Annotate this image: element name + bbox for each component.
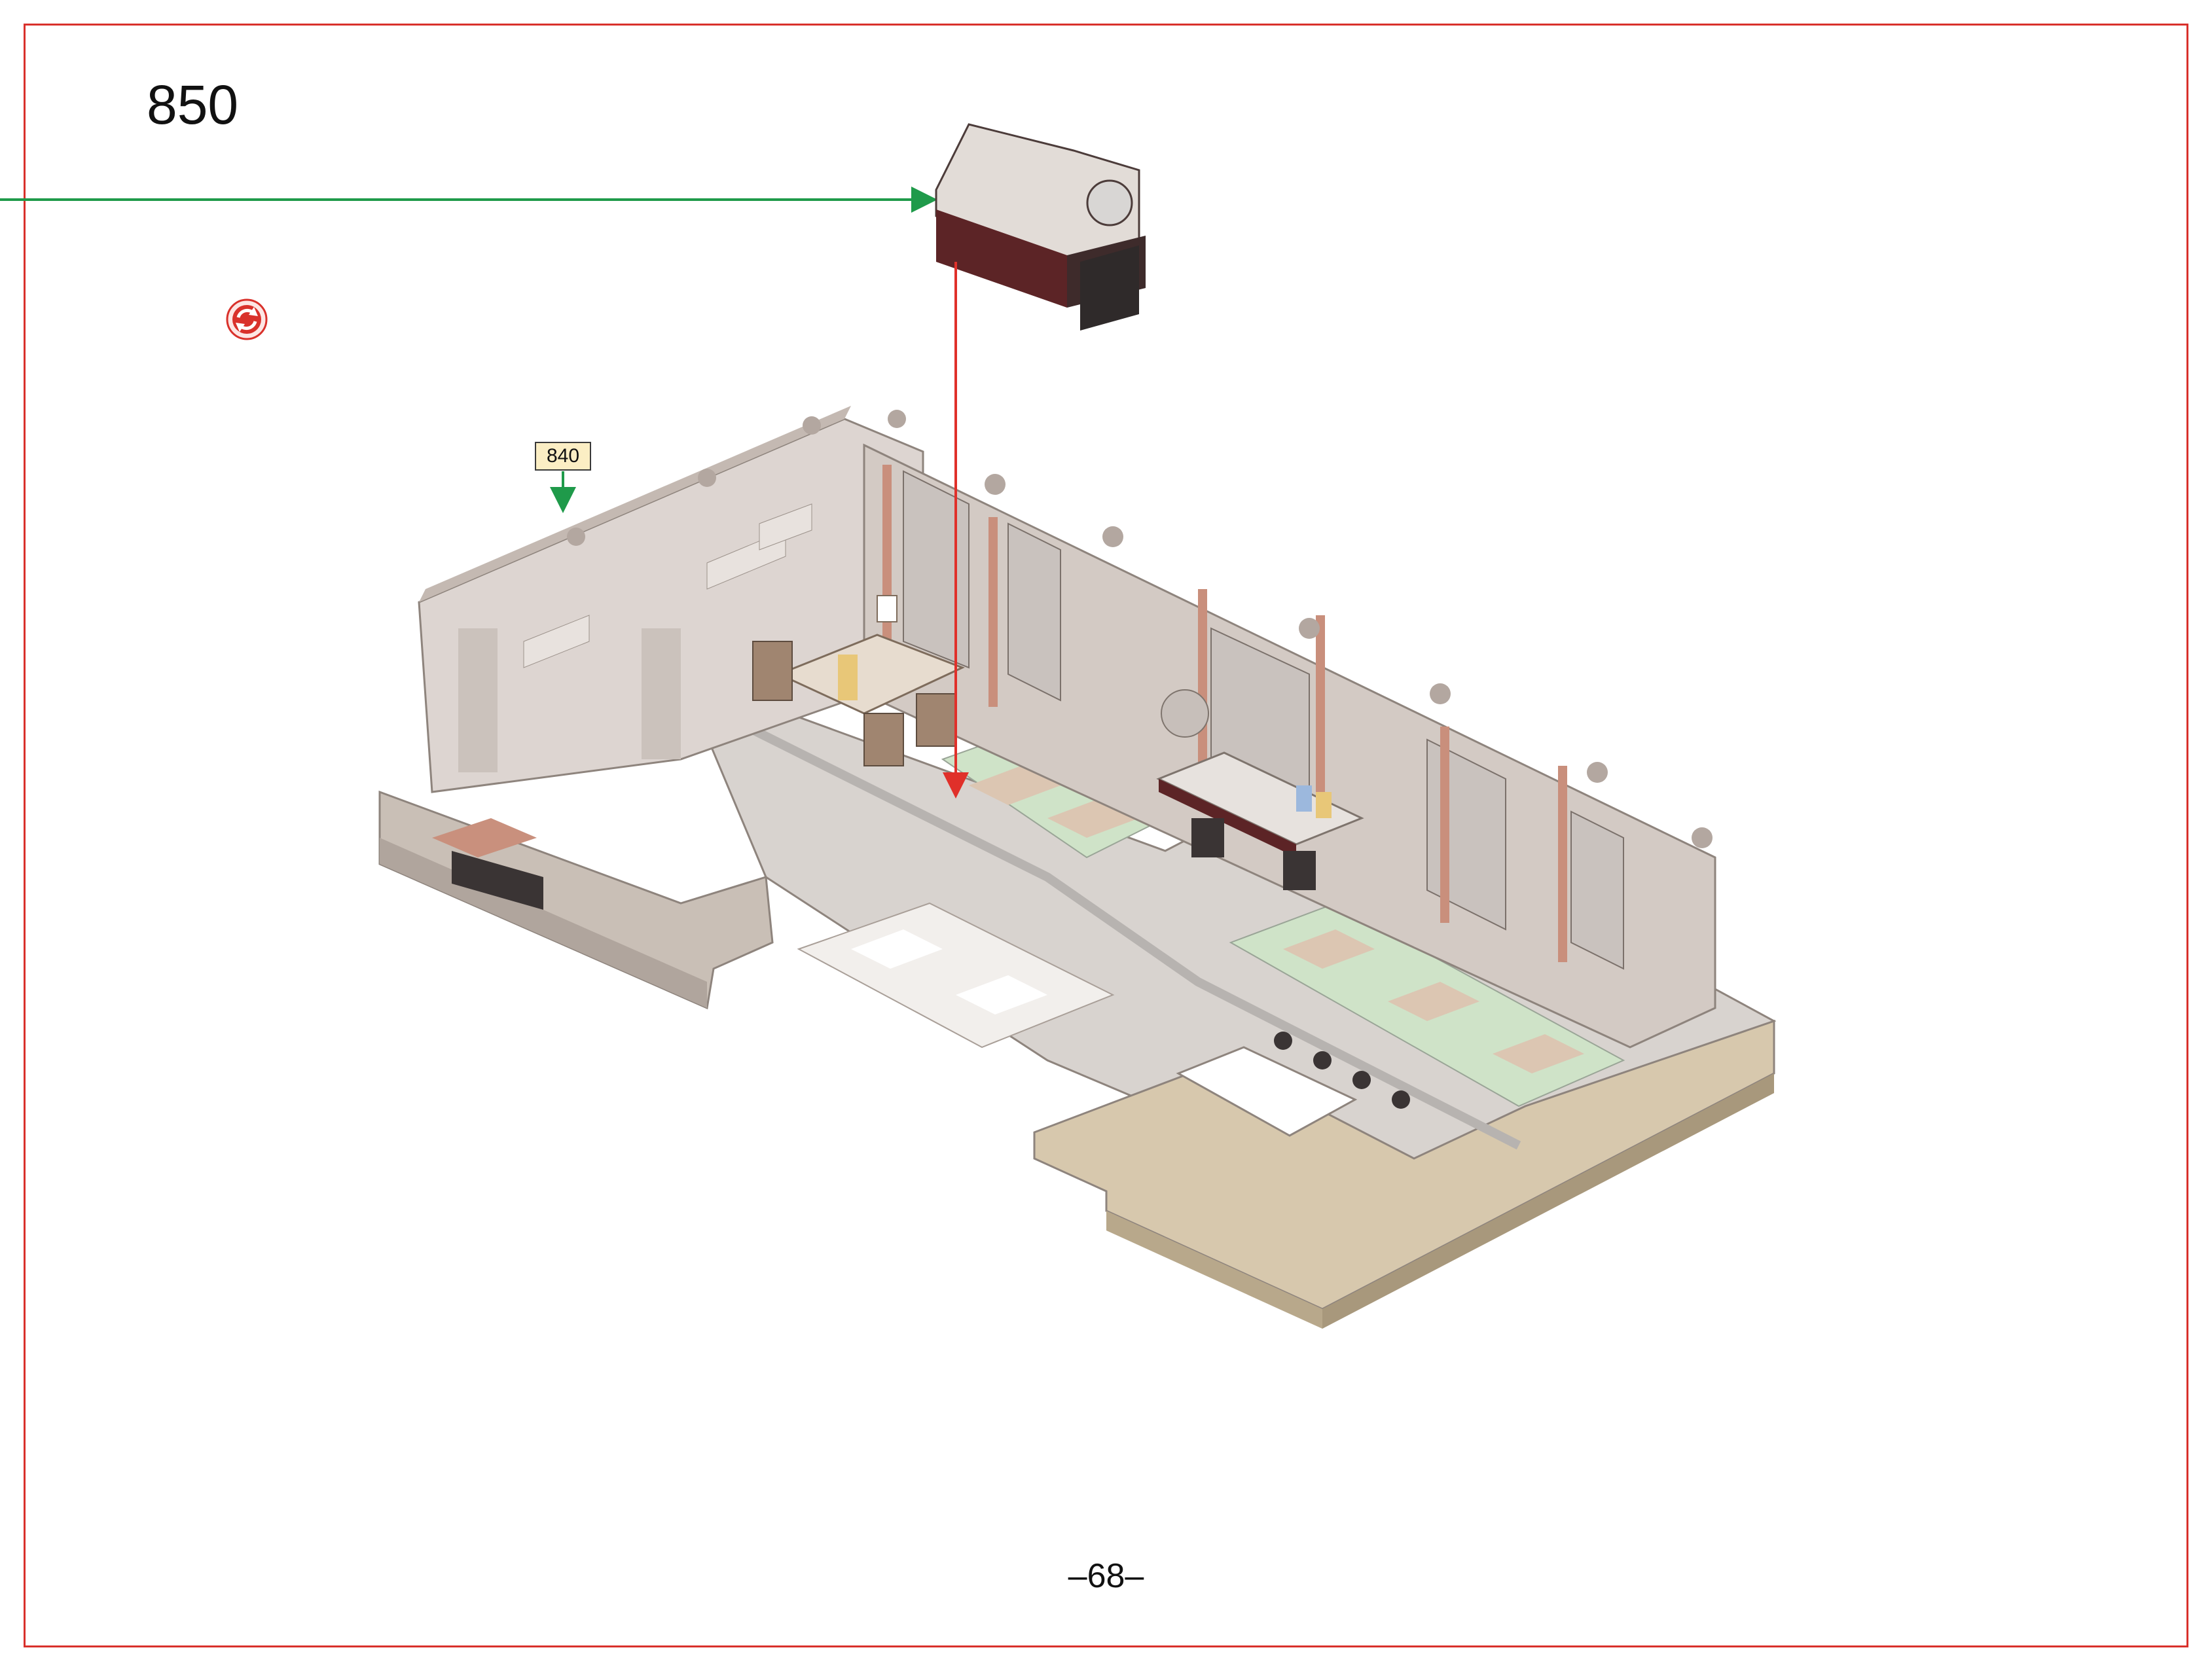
- counter-display-part: [935, 123, 1146, 331]
- page-number: –68–: [1068, 1557, 1144, 1595]
- model-illustration: [0, 123, 1777, 1329]
